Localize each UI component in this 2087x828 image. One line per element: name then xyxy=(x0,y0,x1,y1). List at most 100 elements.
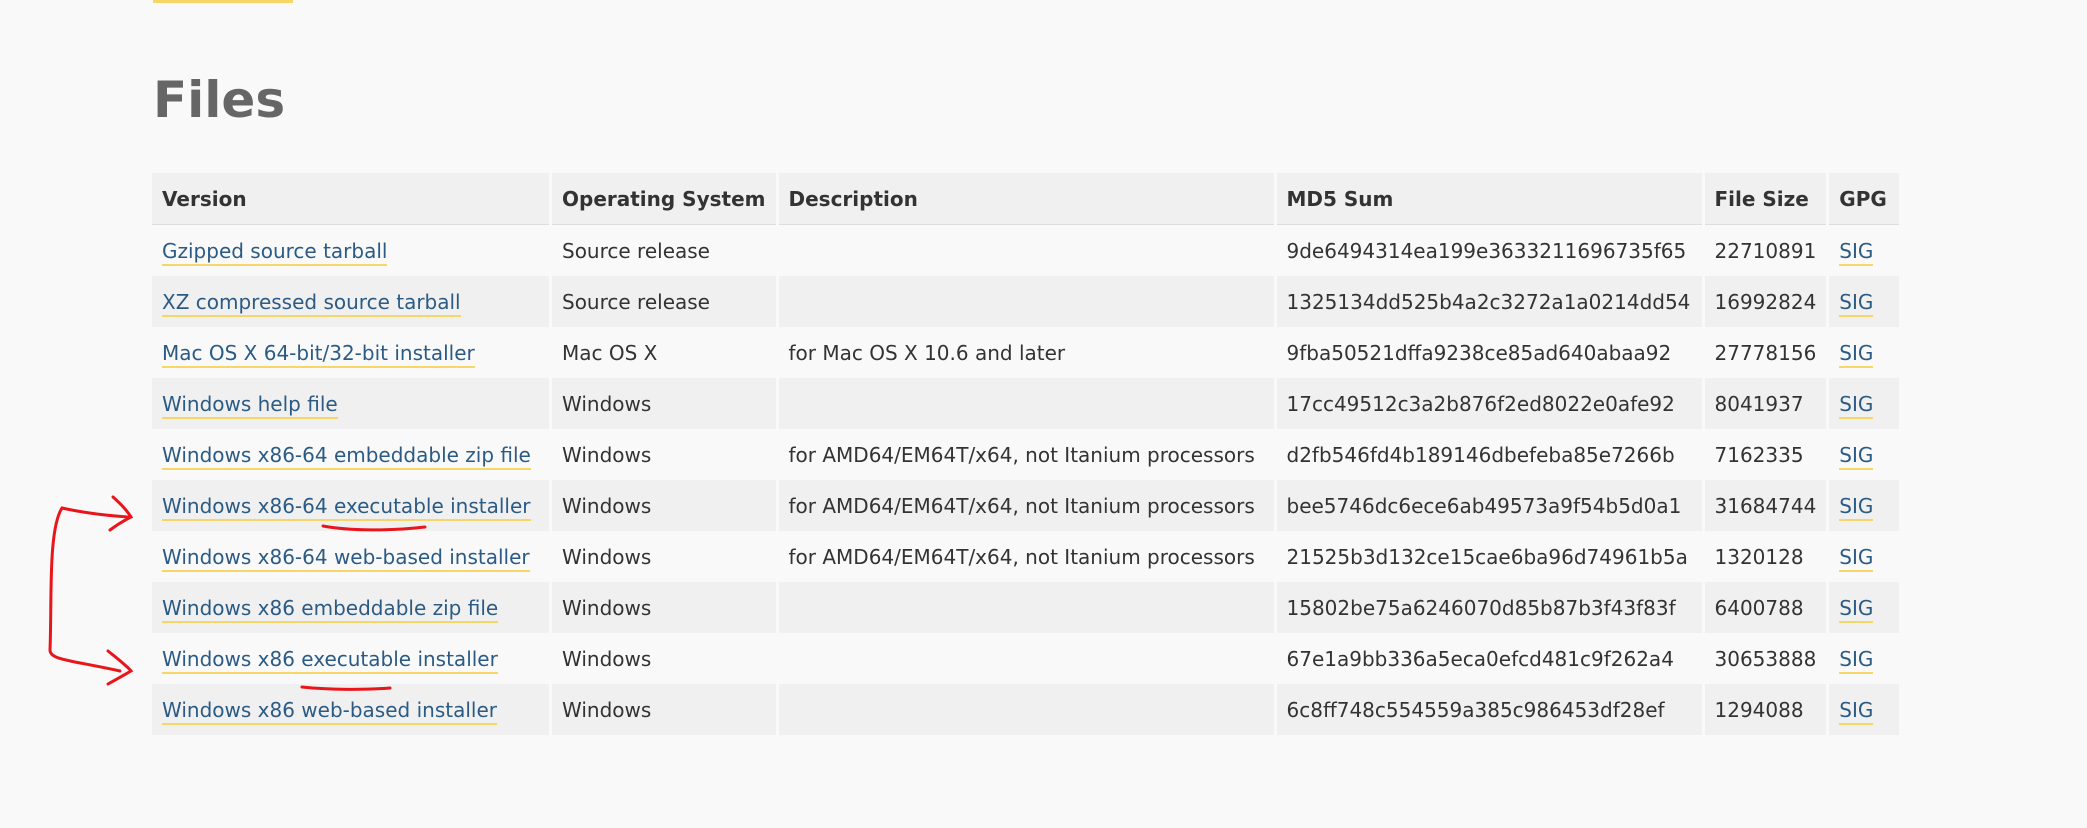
os-cell: Windows xyxy=(552,429,776,480)
top-arrowhead xyxy=(108,495,134,532)
download-link[interactable]: Gzipped source tarball xyxy=(162,238,388,266)
header-description: Description xyxy=(778,173,1274,225)
gpg-cell: SIG xyxy=(1829,633,1900,684)
md5-cell: 1325134dd525b4a2c3272a1a0214dd54 xyxy=(1276,276,1702,327)
size-cell: 7162335 xyxy=(1704,429,1827,480)
table-row: Windows x86-64 embeddable zip file Windo… xyxy=(152,429,1900,480)
page-title: Files xyxy=(153,71,286,129)
version-cell: Windows x86-64 executable installer xyxy=(152,480,549,531)
md5-cell: 17cc49512c3a2b876f2ed8022e0afe92 xyxy=(1276,378,1702,429)
description-cell: for AMD64/EM64T/x64, not Itanium process… xyxy=(778,429,1274,480)
os-cell: Windows xyxy=(552,378,776,429)
size-cell: 31684744 xyxy=(1704,480,1827,531)
table-row: Mac OS X 64-bit/32-bit installer Mac OS … xyxy=(152,327,1900,378)
header-md5-sum: MD5 Sum xyxy=(1276,173,1702,225)
download-link[interactable]: XZ compressed source tarball xyxy=(162,289,461,317)
md5-cell: 67e1a9bb336a5eca0efcd481c9f262a4 xyxy=(1276,633,1702,684)
description-cell: for Mac OS X 10.6 and later xyxy=(778,327,1274,378)
description-cell xyxy=(778,276,1274,327)
bottom-arrowhead xyxy=(106,649,134,686)
os-cell: Mac OS X xyxy=(552,327,776,378)
size-cell: 30653888 xyxy=(1704,633,1827,684)
gpg-cell: SIG xyxy=(1829,684,1900,735)
version-cell: Windows x86 web-based installer xyxy=(152,684,549,735)
gpg-cell: SIG xyxy=(1829,327,1900,378)
description-cell xyxy=(778,633,1274,684)
sig-link[interactable]: SIG xyxy=(1839,646,1874,674)
description-cell xyxy=(778,684,1274,735)
md5-cell: 21525b3d132ce15cae6ba96d74961b5a xyxy=(1276,531,1702,582)
table-row: Gzipped source tarball Source release 9d… xyxy=(152,225,1900,276)
os-cell: Source release xyxy=(552,276,776,327)
download-link[interactable]: Windows x86 executable installer xyxy=(162,646,498,674)
sig-link[interactable]: SIG xyxy=(1839,391,1874,419)
size-cell: 1294088 xyxy=(1704,684,1827,735)
md5-cell: 9fba50521dffa9238ce85ad640abaa92 xyxy=(1276,327,1702,378)
sig-link[interactable]: SIG xyxy=(1839,442,1874,470)
gpg-cell: SIG xyxy=(1829,225,1900,276)
sig-link[interactable]: SIG xyxy=(1839,544,1874,572)
table-row: Windows x86-64 web-based installer Windo… xyxy=(152,531,1900,582)
header-version: Version xyxy=(152,173,549,225)
download-link[interactable]: Windows x86 web-based installer xyxy=(162,697,497,725)
version-cell: Gzipped source tarball xyxy=(152,225,549,276)
header-gpg: GPG xyxy=(1829,173,1900,225)
version-cell: Windows x86 embeddable zip file xyxy=(152,582,549,633)
download-link[interactable]: Windows help file xyxy=(162,391,338,419)
sig-link[interactable]: SIG xyxy=(1839,340,1874,368)
version-cell: Windows help file xyxy=(152,378,549,429)
os-cell: Source release xyxy=(552,225,776,276)
table-row: Windows x86 embeddable zip file Windows … xyxy=(152,582,1900,633)
gpg-cell: SIG xyxy=(1829,276,1900,327)
size-cell: 6400788 xyxy=(1704,582,1827,633)
header-file-size: File Size xyxy=(1704,173,1827,225)
os-cell: Windows xyxy=(552,480,776,531)
md5-cell: bee5746dc6ece6ab49573a9f54b5d0a1 xyxy=(1276,480,1702,531)
md5-cell: 6c8ff748c554559a385c986453df28ef xyxy=(1276,684,1702,735)
size-cell: 8041937 xyxy=(1704,378,1827,429)
download-link[interactable]: Windows x86 embeddable zip file xyxy=(162,595,499,623)
table-row: Windows x86 web-based installer Windows … xyxy=(152,684,1900,735)
download-link[interactable]: Windows x86-64 web-based installer xyxy=(162,544,530,572)
sig-link[interactable]: SIG xyxy=(1839,289,1874,317)
version-cell: Windows x86-64 embeddable zip file xyxy=(152,429,549,480)
version-cell: Windows x86 executable installer xyxy=(152,633,549,684)
description-cell xyxy=(778,582,1274,633)
gpg-cell: SIG xyxy=(1829,480,1900,531)
table-header-row: Version Operating System Description MD5… xyxy=(152,173,1900,225)
description-cell xyxy=(778,225,1274,276)
description-cell: for AMD64/EM64T/x64, not Itanium process… xyxy=(778,531,1274,582)
sig-link[interactable]: SIG xyxy=(1839,493,1874,521)
os-cell: Windows xyxy=(552,531,776,582)
gpg-cell: SIG xyxy=(1829,429,1900,480)
table-row: XZ compressed source tarball Source rele… xyxy=(152,276,1900,327)
os-cell: Windows xyxy=(552,633,776,684)
size-cell: 1320128 xyxy=(1704,531,1827,582)
sig-link[interactable]: SIG xyxy=(1839,697,1874,725)
previous-link-underline xyxy=(153,0,293,3)
os-cell: Windows xyxy=(552,684,776,735)
sig-link[interactable]: SIG xyxy=(1839,238,1874,266)
size-cell: 22710891 xyxy=(1704,225,1827,276)
table-row: Windows x86 executable installer Windows… xyxy=(152,633,1900,684)
description-cell: for AMD64/EM64T/x64, not Itanium process… xyxy=(778,480,1274,531)
gpg-cell: SIG xyxy=(1829,582,1900,633)
os-cell: Windows xyxy=(552,582,776,633)
sig-link[interactable]: SIG xyxy=(1839,595,1874,623)
bracket-arrow-annotation xyxy=(48,506,122,673)
md5-cell: d2fb546fd4b189146dbefeba85e7266b xyxy=(1276,429,1702,480)
gpg-cell: SIG xyxy=(1829,378,1900,429)
download-link[interactable]: Windows x86-64 executable installer xyxy=(162,493,531,521)
gpg-cell: SIG xyxy=(1829,531,1900,582)
download-link[interactable]: Windows x86-64 embeddable zip file xyxy=(162,442,531,470)
version-cell: Mac OS X 64-bit/32-bit installer xyxy=(152,327,549,378)
page: Files Version Operating System Descripti… xyxy=(0,0,2087,828)
version-cell: Windows x86-64 web-based installer xyxy=(152,531,549,582)
files-table: Version Operating System Description MD5… xyxy=(149,173,1902,735)
size-cell: 27778156 xyxy=(1704,327,1827,378)
download-link[interactable]: Mac OS X 64-bit/32-bit installer xyxy=(162,340,475,368)
top-arrow-annotation xyxy=(60,506,130,519)
md5-cell: 15802be75a6246070d85b87b3f43f83f xyxy=(1276,582,1702,633)
table-row: Windows x86-64 executable installer Wind… xyxy=(152,480,1900,531)
header-operating-system: Operating System xyxy=(552,173,776,225)
